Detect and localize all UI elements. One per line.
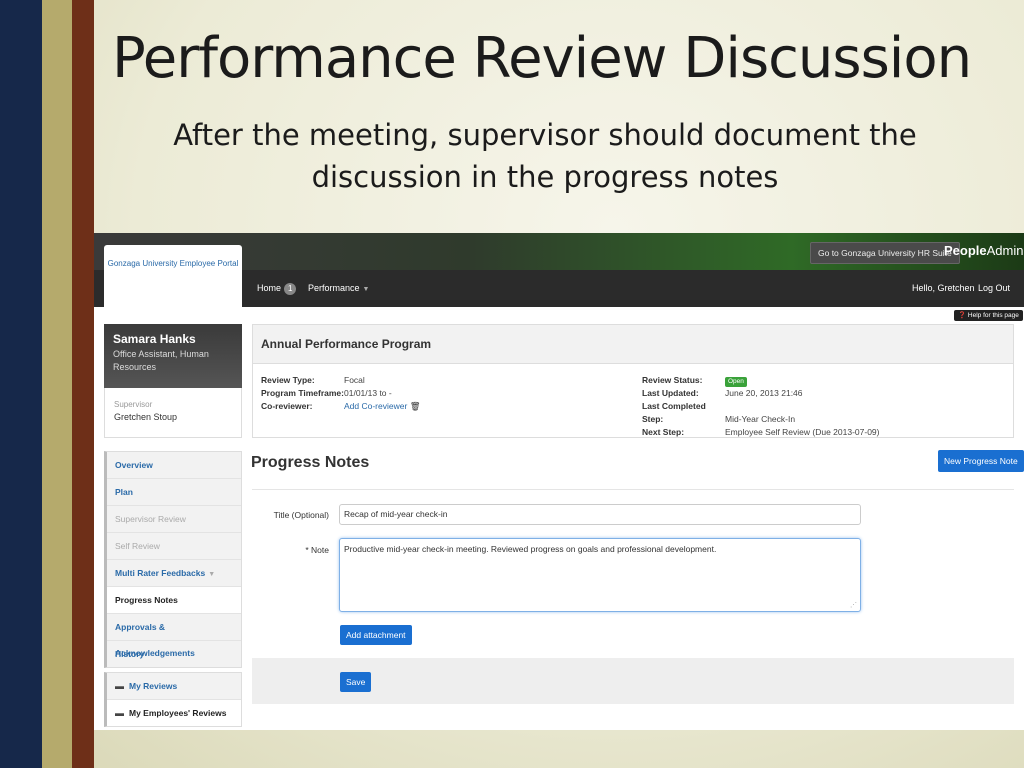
decorative-stripe-navy	[0, 0, 42, 768]
folder-icon: ▬	[115, 681, 124, 691]
resize-handle-icon[interactable]: ⋰	[850, 601, 857, 609]
reviews-sidebar-nav: ▬ My Reviews ▬ My Employees' Reviews	[104, 672, 242, 727]
program-details-left: Review Type: Focal Program Timeframe:01/0…	[261, 374, 420, 413]
program-summary-panel: Annual Performance Program Review Type: F…	[252, 324, 1014, 438]
note-textarea[interactable]: Productive mid-year check-in meeting. Re…	[339, 538, 861, 612]
nav-performance-label: Performance	[308, 283, 360, 293]
sidebar-item-progress-notes[interactable]: Progress Notes	[107, 587, 241, 614]
decorative-stripe-brown	[72, 0, 94, 768]
sidebar-item-my-reviews[interactable]: ▬ My Reviews	[107, 673, 241, 700]
trash-icon[interactable]: 🗑	[410, 401, 421, 411]
review-type-label: Review Type:	[261, 375, 315, 385]
user-greeting[interactable]: Hello, Gretchen	[912, 270, 975, 307]
sidebar-item-overview[interactable]: Overview	[107, 452, 241, 479]
program-details-right: Review Status: Open Last Updated: June 20,…	[642, 374, 880, 439]
supervisor-card: Supervisor Gretchen Stoup	[104, 388, 242, 438]
program-title: Annual Performance Program	[253, 325, 1013, 364]
hr-suite-button[interactable]: Go to Gonzaga University HR Suite	[810, 242, 960, 264]
timeframe-label: Program Timeframe:	[261, 388, 344, 398]
nav-performance[interactable]: Performance ▼	[308, 270, 369, 307]
review-type-value: Focal	[344, 375, 365, 385]
next-step-label: Next Step:	[642, 427, 685, 437]
employee-card: Samara Hanks Office Assistant, Human Res…	[104, 324, 242, 388]
review-status-label: Review Status:	[642, 375, 703, 385]
brand-logo: PeopleAdmin	[944, 243, 1023, 258]
add-coreviewer-link[interactable]: Add Co-reviewer	[344, 401, 407, 411]
add-attachment-button[interactable]: Add attachment	[340, 625, 412, 645]
sidebar-item-supervisor-review: Supervisor Review	[107, 506, 241, 533]
portal-tab[interactable]: Gonzaga University Employee Portal	[104, 245, 242, 307]
title-field-label: Title (Optional)	[273, 510, 329, 520]
folder-icon: ▬	[115, 708, 124, 718]
last-updated-value: June 20, 2013 21:46	[725, 388, 803, 398]
status-badge: Open	[725, 377, 747, 387]
note-text: Productive mid-year check-in meeting. Re…	[344, 544, 717, 554]
help-button[interactable]: ❓ Help for this page	[954, 310, 1023, 321]
slide-title: Performance Review Discussion	[112, 26, 972, 91]
review-sidebar-nav: Overview Plan Supervisor Review Self Rev…	[104, 451, 242, 668]
sidebar-item-label: Multi Rater Feedbacks	[115, 568, 206, 578]
divider	[252, 489, 1014, 490]
logout-link[interactable]: Log Out	[978, 270, 1010, 307]
employee-name: Samara Hanks	[113, 332, 196, 346]
last-updated-label: Last Updated:	[642, 388, 699, 398]
nav-home[interactable]: Home 1	[257, 270, 297, 307]
note-field-label: * Note	[305, 545, 329, 555]
nav-home-label: Home	[257, 283, 282, 293]
help-icon: ❓	[958, 312, 967, 319]
supervisor-name: Gretchen Stoup	[114, 412, 178, 422]
new-progress-note-button[interactable]: New Progress Note	[938, 450, 1024, 472]
sidebar-item-self-review: Self Review	[107, 533, 241, 560]
sidebar-item-label: My Reviews	[129, 681, 178, 691]
chevron-down-icon: ▼	[362, 286, 370, 293]
decorative-stripe-olive	[42, 0, 72, 768]
brand-logo-bold: People	[944, 243, 987, 258]
last-step-label: Last Completed Step:	[642, 401, 706, 424]
notification-badge: 1	[284, 283, 297, 295]
title-field[interactable]: Recap of mid-year check-in	[339, 504, 861, 525]
slide-subtitle: After the meeting, supervisor should doc…	[173, 118, 917, 194]
sidebar-item-label: My Employees' Reviews	[129, 708, 227, 718]
last-step-value: Mid-Year Check-In	[725, 414, 796, 424]
next-step-value: Employee Self Review (Due 2013-07-09)	[725, 427, 880, 437]
progress-notes-heading: Progress Notes	[251, 454, 370, 471]
supervisor-label: Supervisor	[114, 400, 153, 409]
sidebar-item-plan[interactable]: Plan	[107, 479, 241, 506]
brand-logo-regular: Admin	[986, 243, 1024, 258]
sidebar-item-approvals[interactable]: Approvals & Acknowledgements	[107, 614, 241, 658]
sidebar-item-multi-rater-feedbacks[interactable]: Multi Rater Feedbacks ▼	[107, 560, 241, 587]
coreviewer-label: Co-reviewer:	[261, 401, 313, 411]
save-button[interactable]: Save	[340, 672, 372, 692]
app-screenshot: Go to Gonzaga University HR Suite People…	[94, 233, 1024, 730]
chevron-down-icon: ▼	[208, 571, 216, 578]
sidebar-item-my-employees-reviews[interactable]: ▬ My Employees' Reviews	[107, 700, 241, 726]
timeframe-value: 01/01/13 to -	[344, 388, 392, 398]
employee-role: Office Assistant, Human Resources	[113, 349, 209, 372]
help-label: Help for this page	[967, 312, 1019, 319]
